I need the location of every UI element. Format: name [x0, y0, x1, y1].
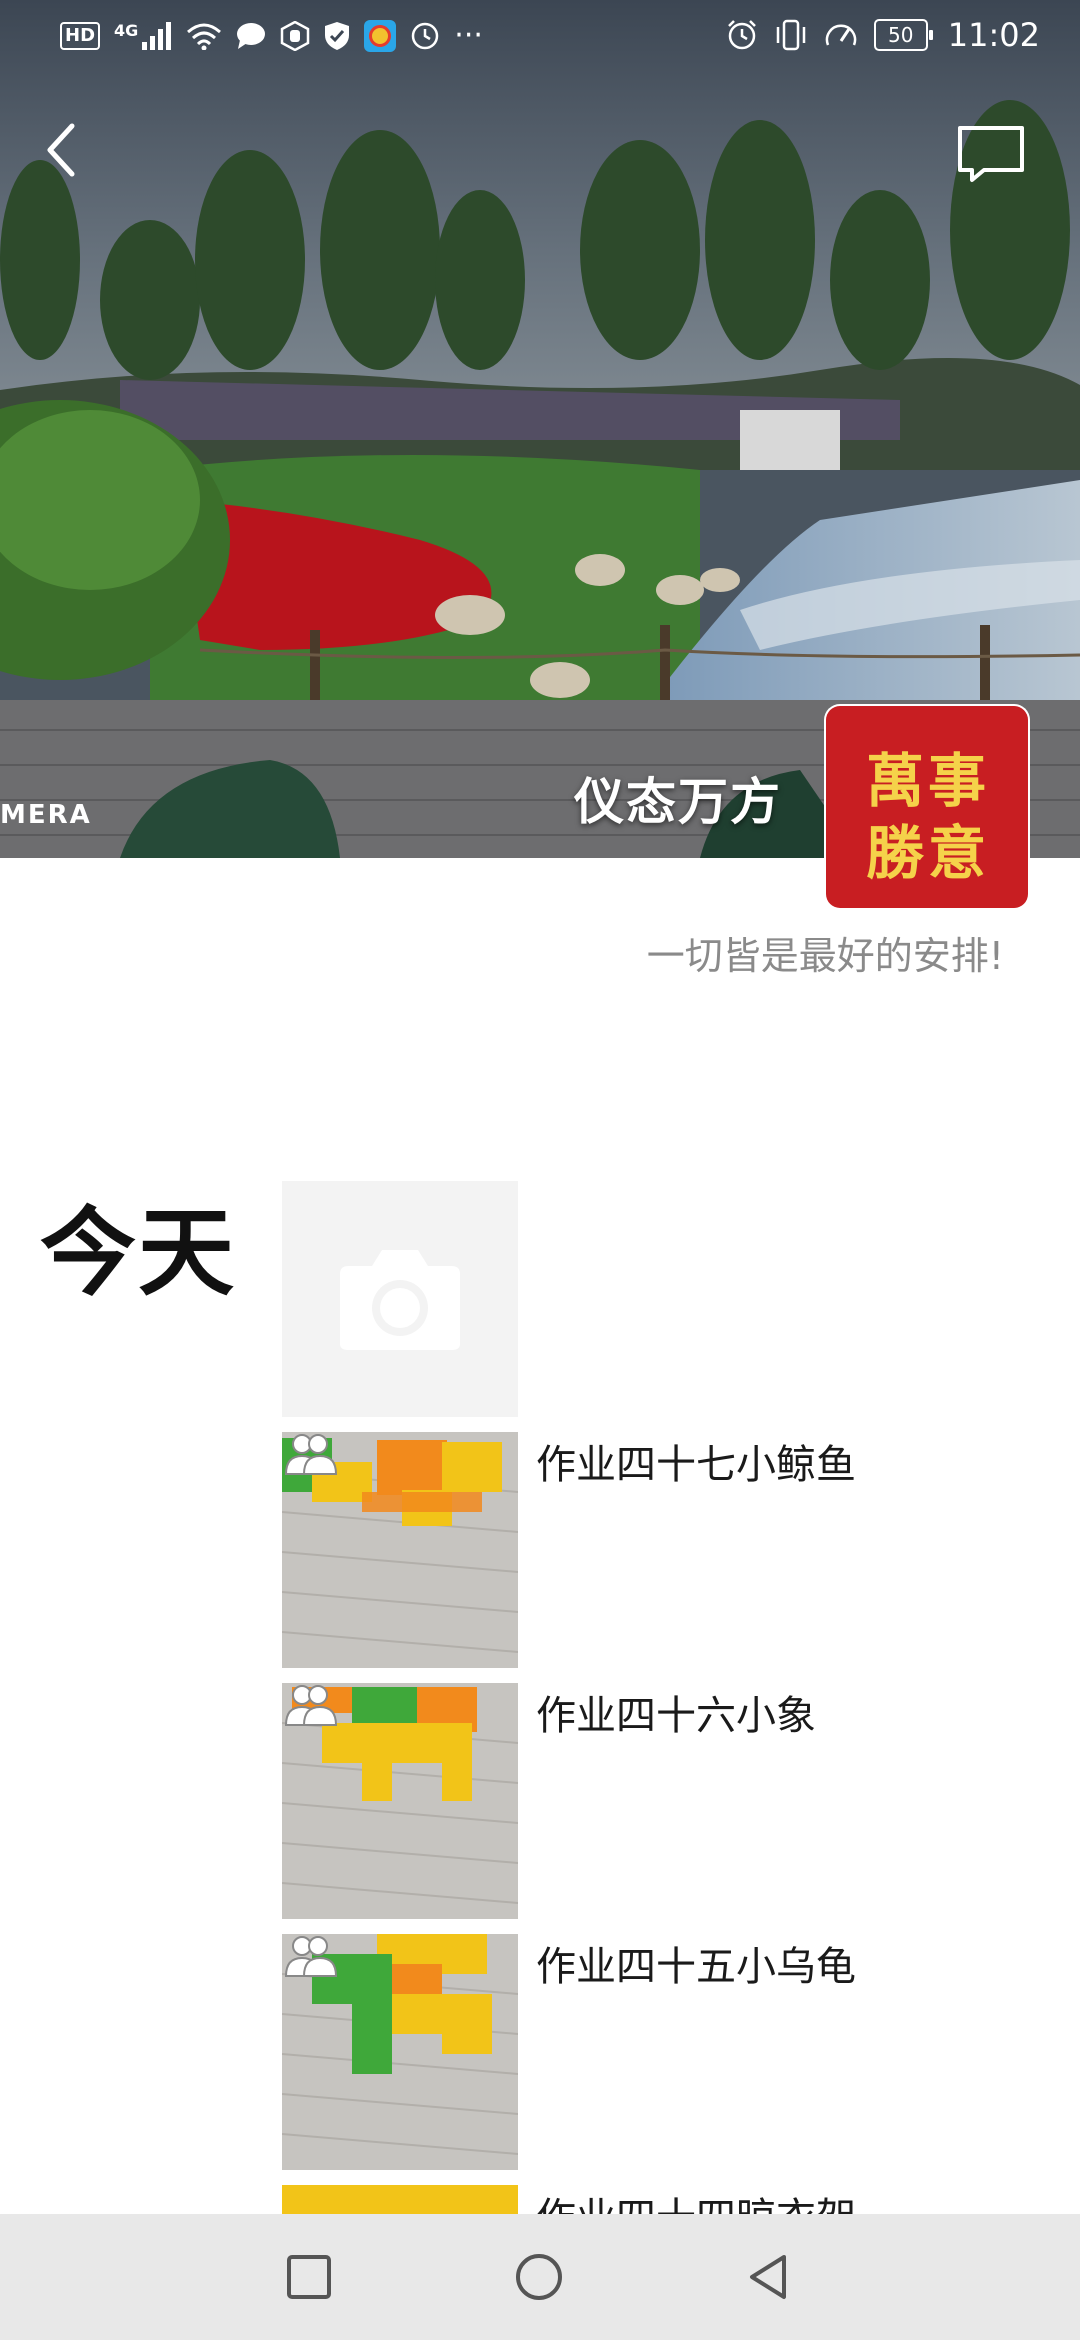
avatar-text-line-2: 勝意 [866, 819, 991, 887]
profile-name: 仪态万方 [574, 773, 782, 831]
status-bar: HD 4G ··· 50 11:02 [0, 0, 1080, 74]
chat-bubble-icon [237, 22, 266, 49]
circle-icon[interactable] [514, 2252, 564, 2302]
shield-icon [325, 21, 350, 50]
clock-time: 11:02 [947, 16, 1040, 54]
clock-icon [412, 22, 439, 49]
back-button[interactable] [38, 120, 88, 180]
profile-signature: 一切皆是最好的安排! [646, 934, 1004, 978]
vibrate-icon [776, 19, 806, 51]
post-thumbnail-2[interactable] [282, 1683, 518, 1919]
post-thumbnail-3[interactable] [282, 1934, 518, 2170]
signal-icon [142, 21, 172, 50]
speed-gauge-icon [825, 24, 857, 46]
message-square-icon [958, 126, 1024, 182]
people-icon [284, 1685, 338, 1726]
alarm-icon [727, 20, 756, 50]
network-type-label: 4G [114, 21, 139, 40]
camera-watermark: MERA [0, 800, 92, 830]
triangle-icon[interactable] [744, 2252, 794, 2302]
camera-icon [340, 1250, 460, 1350]
more-notifications-icon: ··· [454, 18, 483, 53]
people-icon [284, 1936, 338, 1977]
people-icon [284, 1434, 338, 1475]
new-post-camera-button[interactable] [282, 1181, 518, 1417]
avatar[interactable]: 萬事 勝意 [826, 706, 1028, 908]
app-notification-icon [364, 19, 397, 52]
battery-icon: 50 [873, 19, 933, 51]
battery-level: 50 [888, 23, 914, 47]
post-caption-1[interactable]: 作业四十七小鲸鱼 [536, 1432, 856, 1490]
day-label: 今天 [40, 1197, 236, 1309]
hd-icon: HD [60, 21, 101, 50]
wifi-icon [187, 23, 222, 50]
system-navigation-bar [0, 2214, 1080, 2340]
post-caption-2[interactable]: 作业四十六小象 [536, 1683, 816, 1741]
hand-badge-icon [281, 20, 310, 51]
moments-profile-screen: MERA HD 4G ··· 50 11:02 仪态万方 萬事 勝意 一切皆是最… [0, 0, 1080, 2340]
post-caption-3[interactable]: 作业四十五小乌龟 [536, 1934, 856, 1992]
messages-button[interactable] [956, 124, 1026, 184]
chevron-left-icon [47, 123, 75, 177]
post-thumbnail-1[interactable] [282, 1432, 518, 1668]
square-icon[interactable] [284, 2252, 334, 2302]
